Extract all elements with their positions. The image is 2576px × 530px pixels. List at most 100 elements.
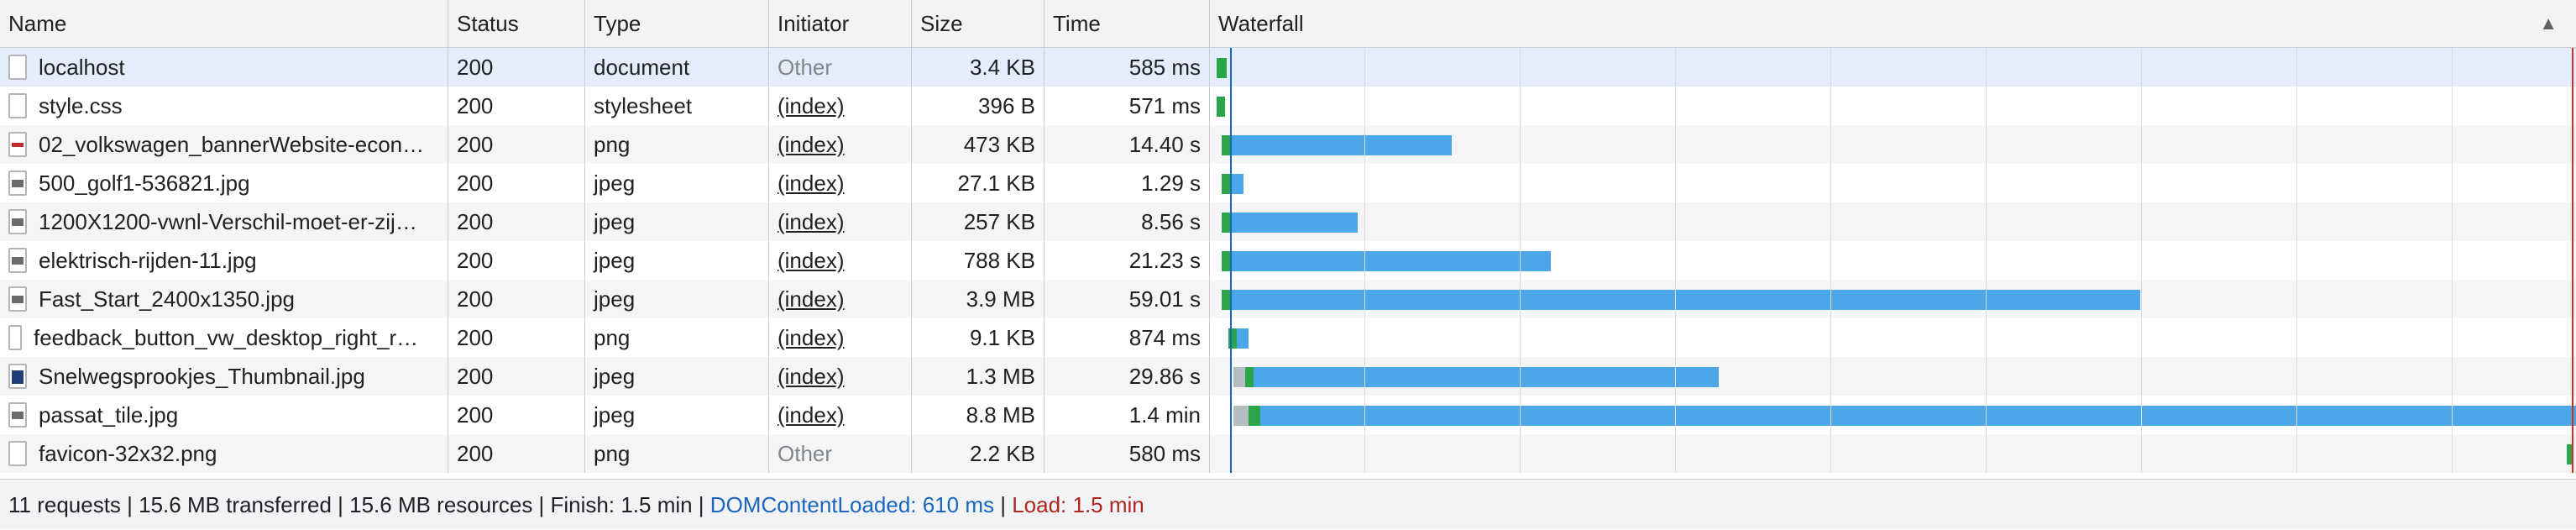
initiator-link[interactable]: (index) [778,132,844,157]
initiator-link[interactable]: (index) [778,325,844,350]
cell-time: 1.4 min [1045,396,1210,434]
cell-status: 200 [448,357,585,396]
load-marker [2572,48,2573,473]
column-header-time[interactable]: Time [1045,0,1210,47]
table-row[interactable]: elektrisch-rijden-11.jpg 200 jpeg (index) 78… [0,241,2576,280]
cell-initiator: (index) [769,125,912,164]
cell-size: 396 B [912,87,1045,125]
cell-initiator: (index) [769,164,912,202]
cell-size: 2.2 KB [912,434,1045,473]
waterfall-bar-ttfb[interactable] [1222,174,1230,194]
request-name[interactable]: favicon-32x32.png [39,434,217,473]
cell-type: jpeg [585,202,769,241]
waterfall-bar-ttfb[interactable] [1245,367,1254,387]
cell-name: Fast_Start_2400x1350.jpg [0,280,448,318]
column-header-size[interactable]: Size [912,0,1045,47]
waterfall-gridline [1986,48,1987,473]
summary-separator: | [994,492,1013,517]
request-name[interactable]: passat_tile.jpg [39,396,178,434]
waterfall-bar-waiting[interactable] [1233,406,1249,426]
table-row[interactable]: localhost 200 document Other 3.4 KB 585 ms [0,48,2576,87]
cell-name: 02_volkswagen_bannerWebsite-econ… [0,125,448,164]
request-name[interactable]: 02_volkswagen_bannerWebsite-econ… [39,125,424,164]
waterfall-bar-ttfb[interactable] [1222,290,1230,310]
cell-time: 59.01 s [1045,280,1210,318]
cell-time: 21.23 s [1045,241,1210,280]
table-row[interactable]: 02_volkswagen_bannerWebsite-econ… 200 png (… [0,125,2576,164]
request-name[interactable]: Snelwegsprookjes_Thumbnail.jpg [39,357,365,396]
cell-name: favicon-32x32.png [0,434,448,473]
request-name[interactable]: 500_golf1-536821.jpg [39,164,250,202]
waterfall-gridline [1675,48,1676,473]
column-header-waterfall[interactable]: Waterfall ▲ [1210,0,2576,47]
waterfall-bar-download[interactable] [1230,290,2140,310]
table-row[interactable]: 1200X1200-vwnl-Verschil-moet-er-zij… 200 j… [0,202,2576,241]
cell-name: feedback_button_vw_desktop_right_r… [0,318,448,357]
sort-ascending-icon[interactable]: ▲ [2539,0,2558,47]
table-row[interactable]: passat_tile.jpg 200 jpeg (index) 8.8 MB 1.4 m… [0,396,2576,434]
waterfall-gridline [2452,48,2453,473]
column-header-initiator[interactable]: Initiator [769,0,912,47]
waterfall-bar-ttfb[interactable] [1222,213,1230,233]
table-row[interactable]: Snelwegsprookjes_Thumbnail.jpg 200 jpeg (in… [0,357,2576,396]
cell-initiator: (index) [769,280,912,318]
status-bar: 11 requests | 15.6 MB transferred | 15.6… [0,479,2576,529]
request-name[interactable]: feedback_button_vw_desktop_right_r… [34,318,418,357]
table-row[interactable]: Fast_Start_2400x1350.jpg 200 jpeg (index) 3.… [0,280,2576,318]
cell-status: 200 [448,87,585,125]
cell-initiator: (index) [769,396,912,434]
waterfall-bar-download[interactable] [1230,174,1243,194]
document-icon [8,93,27,118]
cell-type: jpeg [585,280,769,318]
request-name[interactable]: Fast_Start_2400x1350.jpg [39,280,295,318]
cell-size: 27.1 KB [912,164,1045,202]
waterfall-bar-ttfb[interactable] [1217,97,1225,117]
waterfall-bar-download[interactable] [1260,406,2576,426]
column-header-type[interactable]: Type [585,0,769,47]
waterfall-bar-download[interactable] [1230,251,1551,271]
request-name[interactable]: localhost [39,48,125,87]
initiator-link[interactable]: (index) [778,209,844,234]
request-name[interactable]: elektrisch-rijden-11.jpg [39,241,257,280]
waterfall-bar-waiting[interactable] [1233,367,1245,387]
waterfall-gridline [1364,48,1365,473]
table-row[interactable]: favicon-32x32.png 200 png Other 2.2 KB 580 ms [0,434,2576,473]
initiator-link[interactable]: (index) [778,402,844,428]
initiator-link[interactable]: (index) [778,364,844,389]
waterfall-bar-download[interactable] [1237,328,1249,349]
initiator-text: Other [778,55,833,80]
cell-type: document [585,48,769,87]
image-icon [8,364,27,389]
domcontentloaded-text: DOMContentLoaded: 610 ms [709,492,994,517]
initiator-link[interactable]: (index) [778,171,844,196]
cell-status: 200 [448,241,585,280]
initiator-link[interactable]: (index) [778,286,844,312]
table-row[interactable]: feedback_button_vw_desktop_right_r… 200 pn… [0,318,2576,357]
table-row[interactable]: style.css 200 stylesheet (index) 396 B 571 ms [0,87,2576,125]
request-name[interactable]: 1200X1200-vwnl-Verschil-moet-er-zij… [39,202,417,241]
cell-initiator: (index) [769,87,912,125]
request-name[interactable]: style.css [39,87,123,125]
waterfall-bar-download[interactable] [1230,213,1358,233]
cell-time: 874 ms [1045,318,1210,357]
table-row[interactable]: 500_golf1-536821.jpg 200 jpeg (index) 27.1 K… [0,164,2576,202]
waterfall-cell [1210,396,2576,434]
waterfall-bar-ttfb[interactable] [1222,135,1230,155]
waterfall-bar-download[interactable] [1254,367,1719,387]
initiator-link[interactable]: (index) [778,93,844,118]
waterfall-bar-ttfb[interactable] [1217,58,1227,78]
waterfall-cell [1210,357,2576,396]
cell-initiator: (index) [769,357,912,396]
cell-status: 200 [448,434,585,473]
waterfall-bar-download[interactable] [1230,135,1452,155]
waterfall-bar-ttfb[interactable] [1222,251,1230,271]
column-header-status[interactable]: Status [448,0,585,47]
document-icon [8,55,27,80]
cell-status: 200 [448,280,585,318]
waterfall-bar-ttfb[interactable] [1249,406,1260,426]
cell-initiator: Other [769,48,912,87]
cell-name: 1200X1200-vwnl-Verschil-moet-er-zij… [0,202,448,241]
initiator-link[interactable]: (index) [778,248,844,273]
waterfall-cell [1210,241,2576,280]
column-header-name[interactable]: Name [0,0,448,47]
